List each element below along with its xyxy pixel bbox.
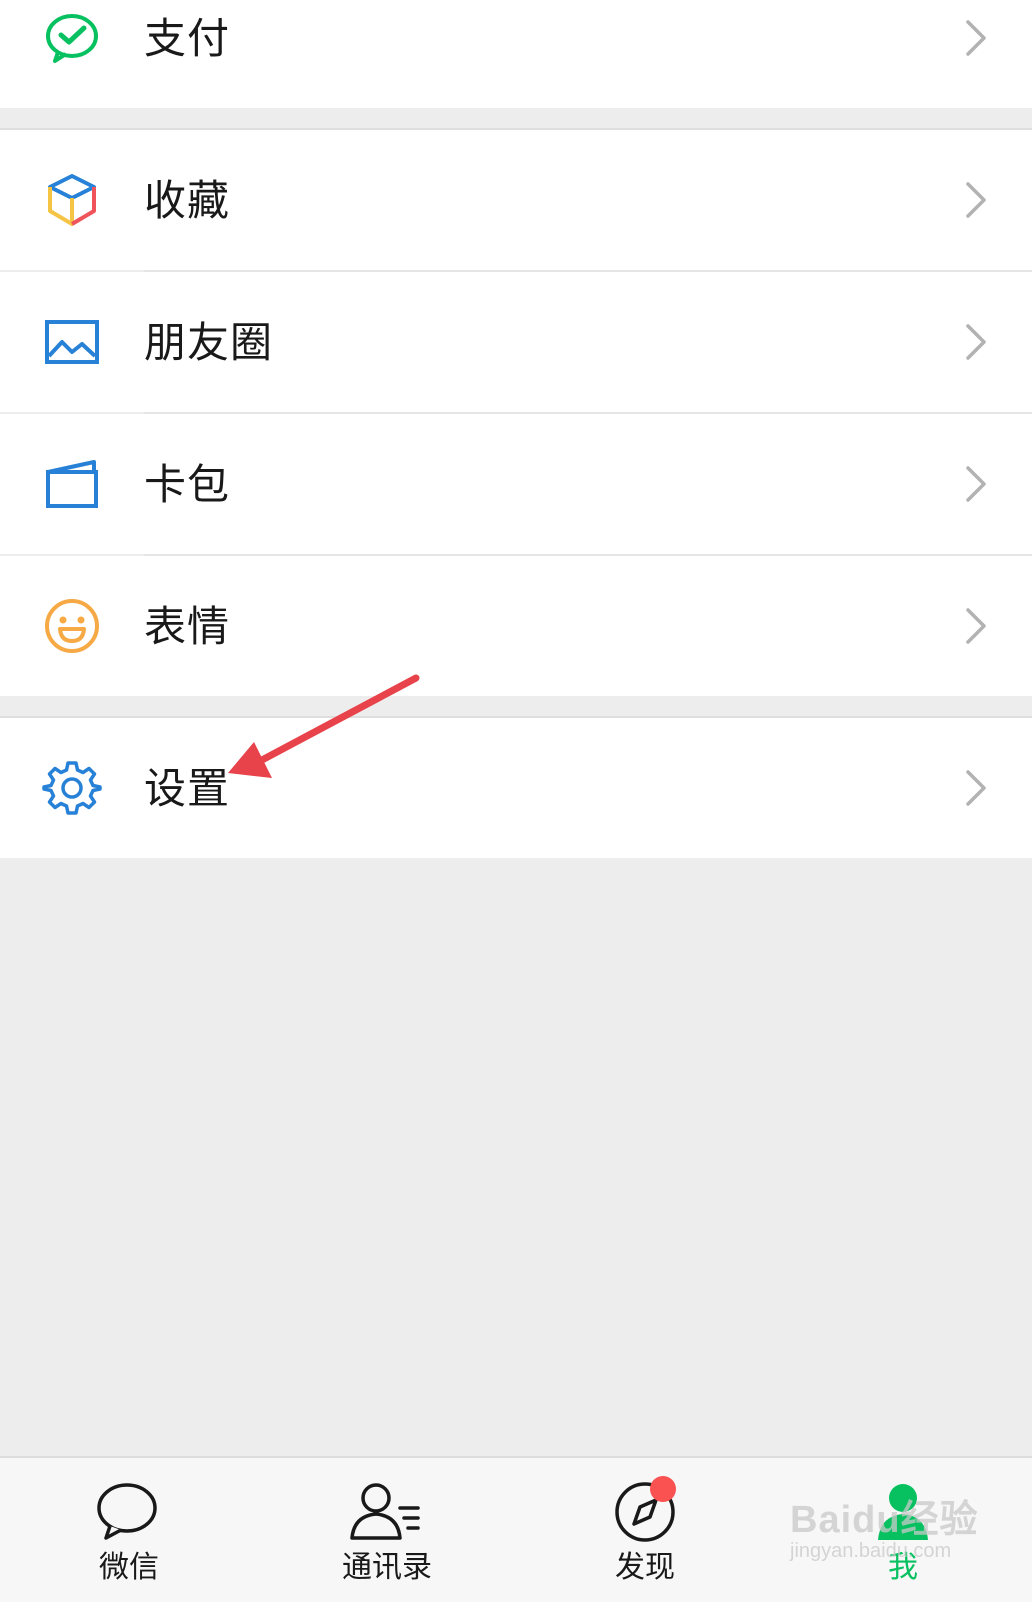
menu-item-stickers[interactable]: 表情 — [0, 556, 1032, 696]
watermark-url: jingyan.baidu.com — [790, 1540, 952, 1562]
card-pack-icon — [40, 452, 104, 516]
chevron-right-icon — [966, 608, 986, 644]
menu-item-stickers-label: 表情 — [144, 602, 231, 651]
menu-item-settings-label: 设置 — [144, 764, 231, 813]
menu-item-favorites-label: 收藏 — [144, 176, 231, 225]
watermark-brand: Baidu经验 — [790, 1499, 979, 1541]
pay-icon — [40, 6, 104, 70]
tab-discover-label: 发现 — [615, 1550, 675, 1585]
menu-item-moments-label: 朋友圈 — [144, 318, 274, 367]
menu-item-pay-label: 支付 — [144, 14, 231, 63]
tab-discover[interactable]: 发现 — [516, 1458, 774, 1602]
chevron-right-icon — [966, 466, 986, 502]
menu-item-card-pack-label: 卡包 — [144, 460, 231, 509]
baidu-jingyan-watermark: Baidu经验 jingyan.baidu.com — [790, 1488, 990, 1578]
favorites-icon — [40, 168, 104, 232]
tab-contacts[interactable]: 通讯录 — [258, 1458, 516, 1602]
chevron-right-icon — [966, 20, 986, 56]
menu-item-favorites[interactable]: 收藏 — [0, 130, 1032, 270]
contacts-icon — [350, 1483, 420, 1540]
chevron-right-icon — [966, 324, 986, 360]
menu-item-moments[interactable]: 朋友圈 — [0, 272, 1032, 412]
menu-item-card-pack[interactable]: 卡包 — [0, 414, 1032, 554]
moments-icon — [40, 310, 104, 374]
tab-contacts-label: 通讯录 — [342, 1550, 432, 1585]
tab-chats[interactable]: 微信 — [0, 1458, 258, 1602]
tab-chats-label: 微信 — [99, 1550, 159, 1585]
chevron-right-icon — [966, 182, 986, 218]
notification-badge — [650, 1476, 676, 1502]
gear-icon — [40, 756, 104, 820]
menu-item-settings[interactable]: 设置 — [0, 718, 1032, 858]
chevron-right-icon — [966, 770, 986, 806]
menu-item-pay[interactable]: 支付 — [0, 0, 1032, 108]
smiley-icon — [40, 594, 104, 658]
chat-bubble-icon — [97, 1483, 157, 1540]
